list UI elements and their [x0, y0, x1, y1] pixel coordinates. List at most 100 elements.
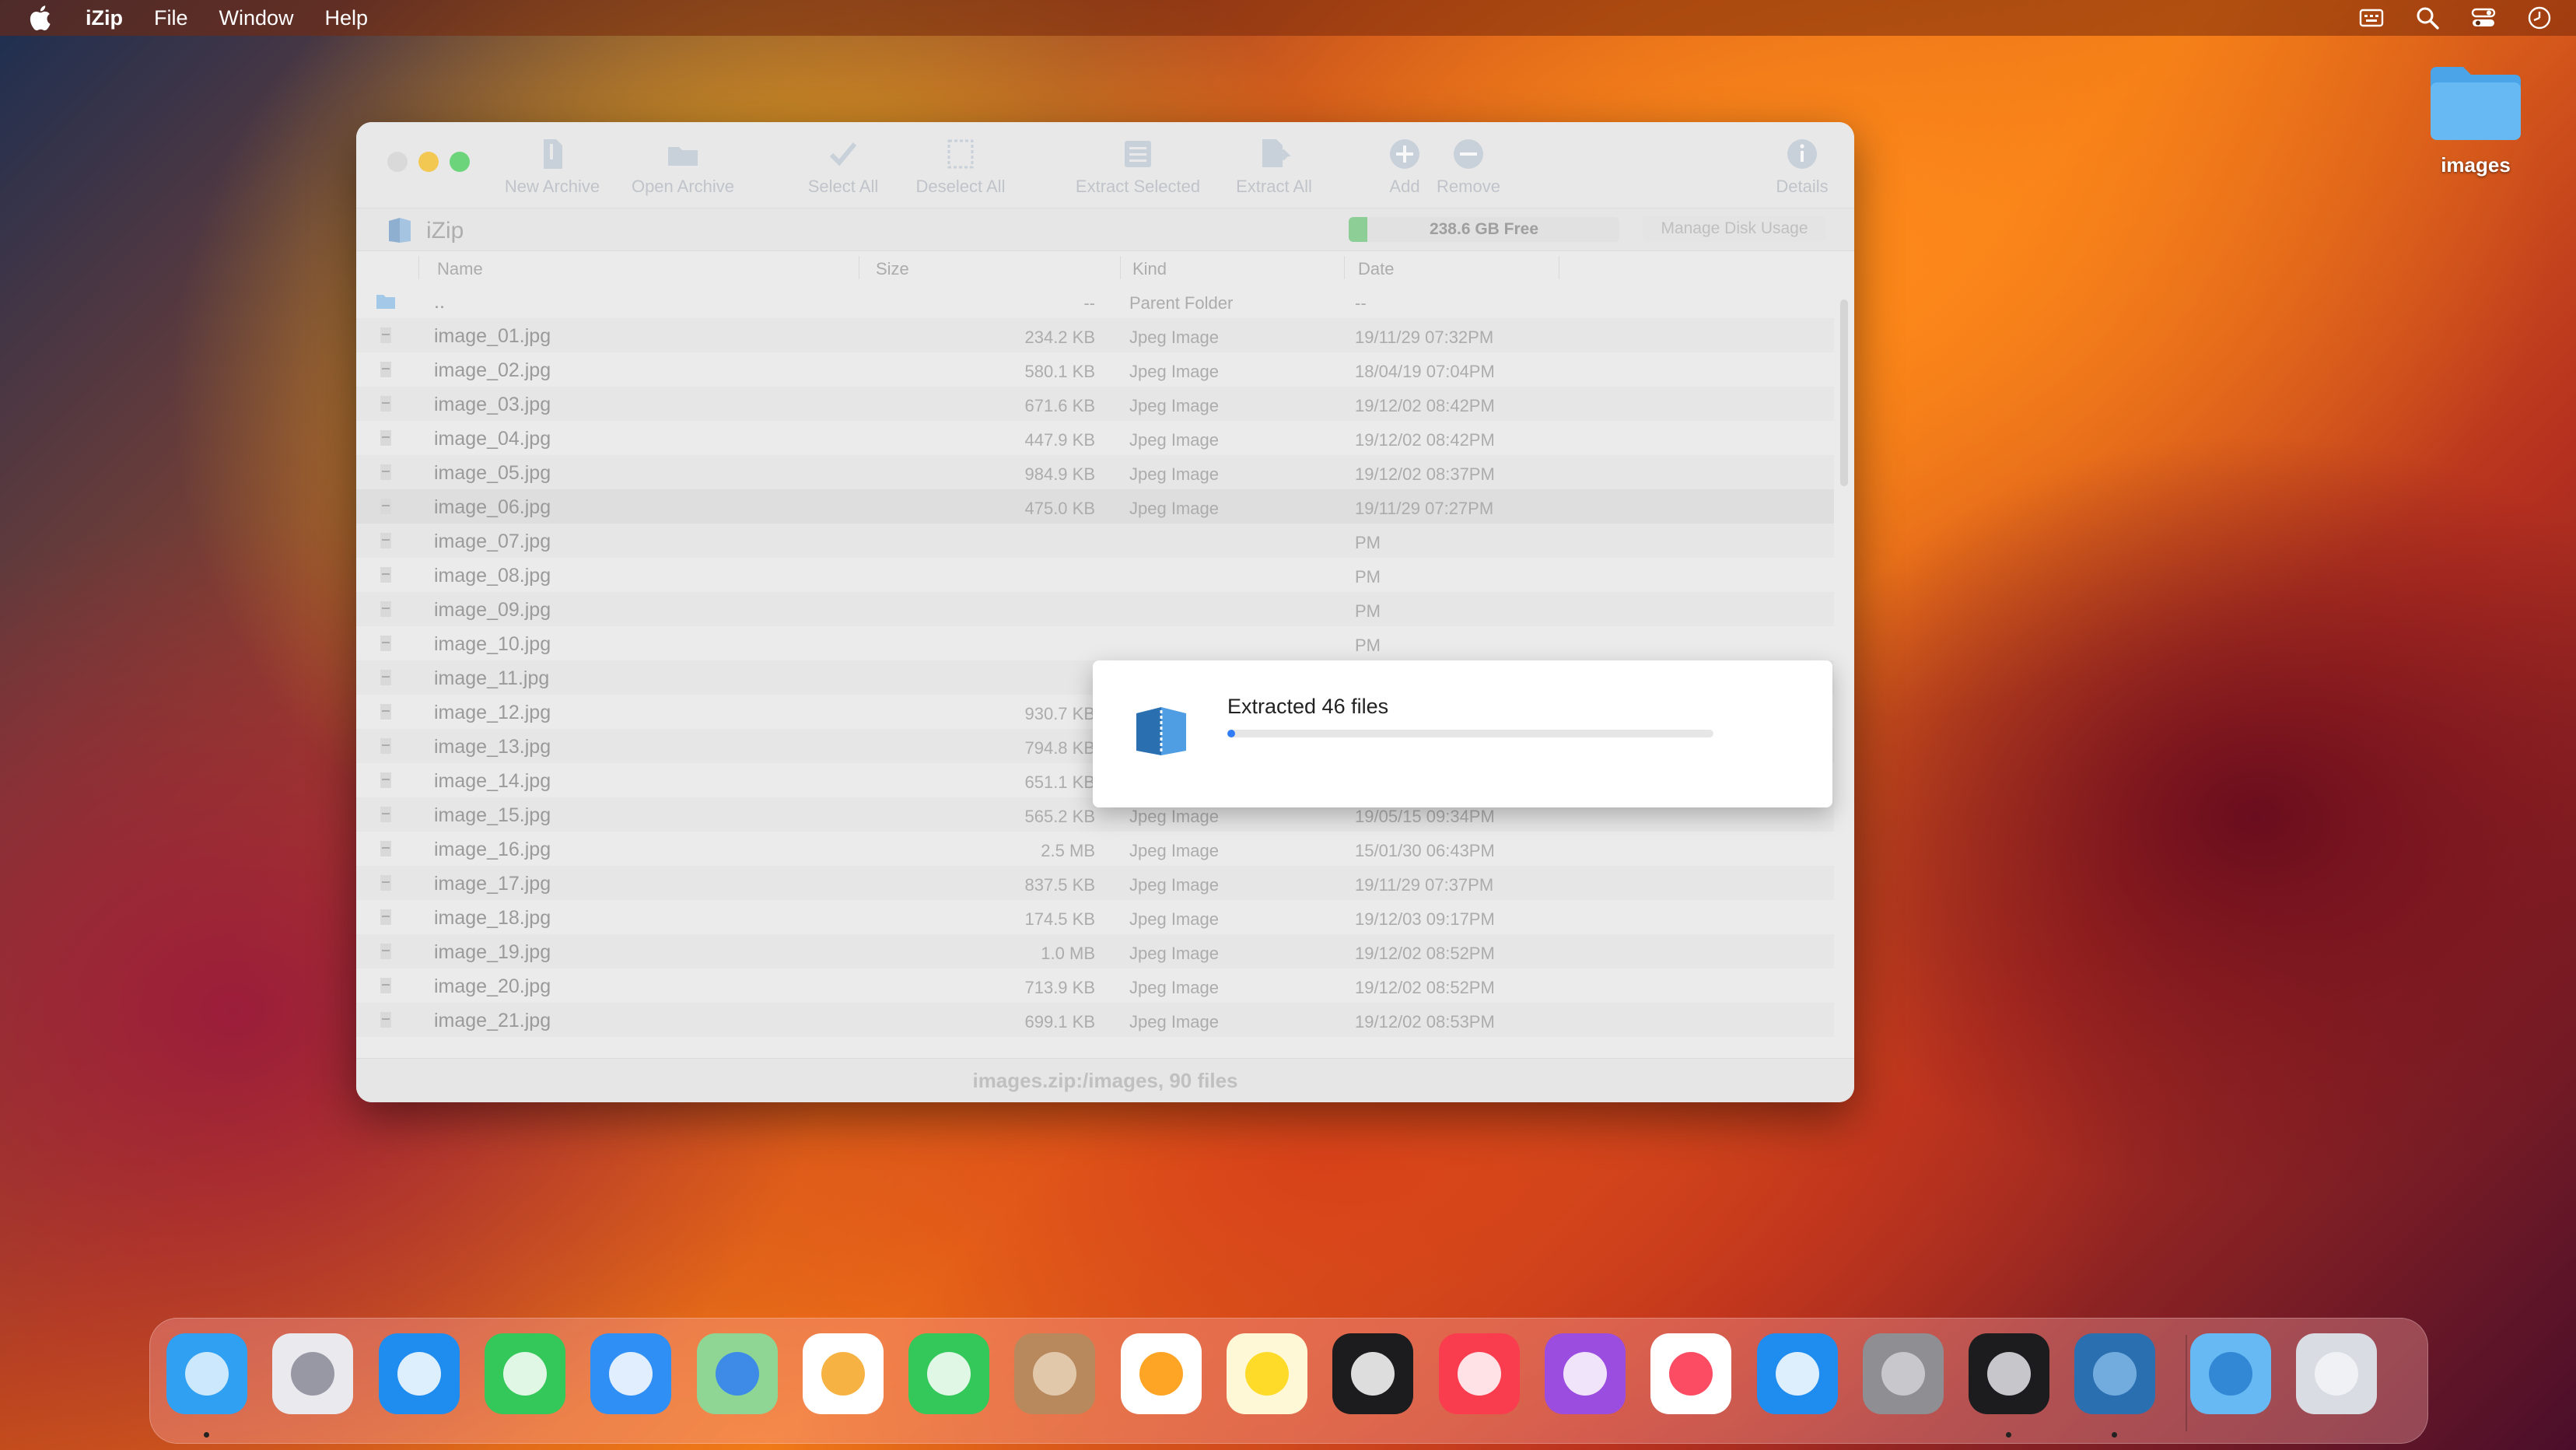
file-date: PM [1355, 533, 1381, 552]
table-row[interactable]: image_02.jpg 580.1 KB Jpeg Image 18/04/19 0… [356, 352, 1834, 387]
extract-selected-button[interactable]: Extract Selected [1064, 136, 1212, 197]
file-kind: Jpeg Image [1129, 430, 1219, 450]
file-kind: Jpeg Image [1129, 396, 1219, 415]
add-button[interactable]: Add [1381, 136, 1428, 197]
file-kind: Jpeg Image [1129, 327, 1219, 347]
file-name: image_17.jpg [434, 873, 551, 895]
open-archive-button[interactable]: Open Archive [621, 136, 745, 197]
dock-music[interactable] [1436, 1330, 1523, 1417]
jpeg-file-icon [380, 704, 391, 720]
table-row[interactable]: image_04.jpg 447.9 KB Jpeg Image 19/12/02 0… [356, 421, 1834, 455]
column-header-name[interactable]: Name [437, 259, 483, 279]
file-size: 580.1 KB [1024, 362, 1095, 381]
select-all-button[interactable]: Select All [796, 136, 890, 197]
dock-contacts[interactable] [1011, 1330, 1098, 1417]
dock-izip[interactable] [2071, 1330, 2158, 1417]
system-settings-icon [1862, 1333, 1944, 1414]
deselect-all-button[interactable]: Deselect All [902, 136, 1019, 197]
table-row[interactable]: image_18.jpg 174.5 KB Jpeg Image 19/12/03 0… [356, 900, 1834, 934]
file-name: image_11.jpg [434, 667, 550, 689]
path-bar: iZip [356, 208, 1854, 251]
folder-icon [376, 295, 395, 309]
manage-disk-usage-button[interactable]: Manage Disk Usage [1643, 215, 1826, 242]
status-bar: images.zip:/images, 90 files [356, 1058, 1854, 1102]
table-row[interactable]: image_06.jpg 475.0 KB Jpeg Image 19/11/29 0… [356, 489, 1834, 524]
column-header-size[interactable]: Size [876, 259, 909, 279]
table-row[interactable]: image_16.jpg 2.5 MB Jpeg Image 15/01/30 06:… [356, 832, 1834, 866]
dock-finder[interactable] [163, 1330, 250, 1417]
dock-news[interactable] [1647, 1330, 1734, 1417]
file-name: image_19.jpg [434, 941, 551, 963]
table-row[interactable]: image_01.jpg 234.2 KB Jpeg Image 19/11/29 0… [356, 318, 1834, 352]
extract-all-button[interactable]: Extract All [1220, 136, 1328, 197]
dock-terminal[interactable] [1965, 1330, 2053, 1417]
jpeg-file-icon [380, 875, 391, 891]
dock-maps[interactable] [694, 1330, 781, 1417]
table-row[interactable]: image_19.jpg 1.0 MB Jpeg Image 19/12/02 08:… [356, 934, 1834, 968]
dock-messages[interactable] [481, 1330, 569, 1417]
jpeg-file-icon [380, 978, 391, 993]
desktop-folder-images[interactable]: images [2425, 59, 2526, 177]
menu-window[interactable]: Window [219, 6, 294, 30]
contacts-icon [1014, 1333, 1096, 1414]
file-kind: Parent Folder [1129, 293, 1234, 313]
file-date: 19/11/29 07:37PM [1355, 875, 1494, 895]
details-button[interactable]: Details [1767, 136, 1837, 197]
table-row[interactable]: image_10.jpg PM [356, 626, 1834, 660]
table-row[interactable]: image_07.jpg PM [356, 524, 1834, 558]
table-row[interactable]: image_03.jpg 671.6 KB Jpeg Image 19/12/02 0… [356, 387, 1834, 421]
reminders-icon [1120, 1333, 1202, 1414]
menu-app-name[interactable]: iZip [86, 6, 123, 30]
file-name: image_14.jpg [434, 770, 551, 792]
dock-notes[interactable] [1223, 1330, 1311, 1417]
dock-safari[interactable] [376, 1330, 463, 1417]
info-icon [1787, 139, 1817, 169]
table-row[interactable]: image_17.jpg 837.5 KB Jpeg Image 19/11/29 0… [356, 866, 1834, 900]
vertical-scrollbar[interactable] [1840, 299, 1848, 486]
table-row[interactable]: image_05.jpg 984.9 KB Jpeg Image 19/12/02 0… [356, 455, 1834, 489]
table-row[interactable]: image_08.jpg PM [356, 558, 1834, 592]
file-kind: Jpeg Image [1129, 499, 1219, 518]
zoom-window-button[interactable] [450, 152, 470, 172]
dock-trash[interactable] [2293, 1330, 2380, 1417]
table-row[interactable]: image_21.jpg 699.1 KB Jpeg Image 19/12/02 0… [356, 1003, 1834, 1037]
menu-file[interactable]: File [154, 6, 188, 30]
dock-downloads-folder[interactable] [2187, 1330, 2274, 1417]
menu-help[interactable]: Help [325, 6, 369, 30]
dock-facetime[interactable] [905, 1330, 992, 1417]
column-header-kind[interactable]: Kind [1132, 259, 1167, 279]
table-row[interactable]: image_09.jpg PM [356, 592, 1834, 626]
dock-podcasts[interactable] [1542, 1330, 1629, 1417]
spotlight-search-icon[interactable] [2414, 5, 2441, 31]
file-kind: Jpeg Image [1129, 362, 1219, 381]
dock-photos[interactable] [800, 1330, 887, 1417]
control-center-icon[interactable] [2470, 5, 2497, 31]
dock-reminders[interactable] [1118, 1330, 1205, 1417]
column-separator [1344, 256, 1345, 279]
podcasts-icon [1544, 1333, 1626, 1414]
new-archive-button[interactable]: New Archive [498, 136, 607, 197]
file-name: image_05.jpg [434, 462, 551, 484]
dock-system-settings[interactable] [1860, 1330, 1947, 1417]
dock-launchpad[interactable] [269, 1330, 356, 1417]
minimize-window-button[interactable] [418, 152, 439, 172]
column-header-date[interactable]: Date [1358, 259, 1394, 279]
file-kind: Jpeg Image [1129, 875, 1219, 895]
file-size: 713.9 KB [1024, 978, 1095, 997]
file-name: image_08.jpg [434, 565, 551, 587]
close-window-button[interactable] [387, 152, 408, 172]
file-kind: Jpeg Image [1129, 1012, 1219, 1031]
table-row[interactable]: .. -- Parent Folder -- [356, 284, 1834, 318]
disk-free-label: 238.6 GB Free [1429, 220, 1539, 238]
apple-menu-icon[interactable] [28, 5, 51, 31]
extract-all-icon [1262, 139, 1291, 167]
file-name: image_10.jpg [434, 633, 551, 655]
remove-button[interactable]: Remove [1430, 136, 1507, 197]
table-row[interactable]: image_20.jpg 713.9 KB Jpeg Image 19/12/02 0… [356, 968, 1834, 1003]
keyboard-input-icon[interactable] [2358, 5, 2385, 31]
jpeg-file-icon [380, 909, 391, 925]
dock-app-store[interactable] [1754, 1330, 1841, 1417]
dock-apple-tv[interactable] [1329, 1330, 1416, 1417]
dock-mail[interactable] [587, 1330, 674, 1417]
clock-icon[interactable] [2526, 5, 2553, 31]
